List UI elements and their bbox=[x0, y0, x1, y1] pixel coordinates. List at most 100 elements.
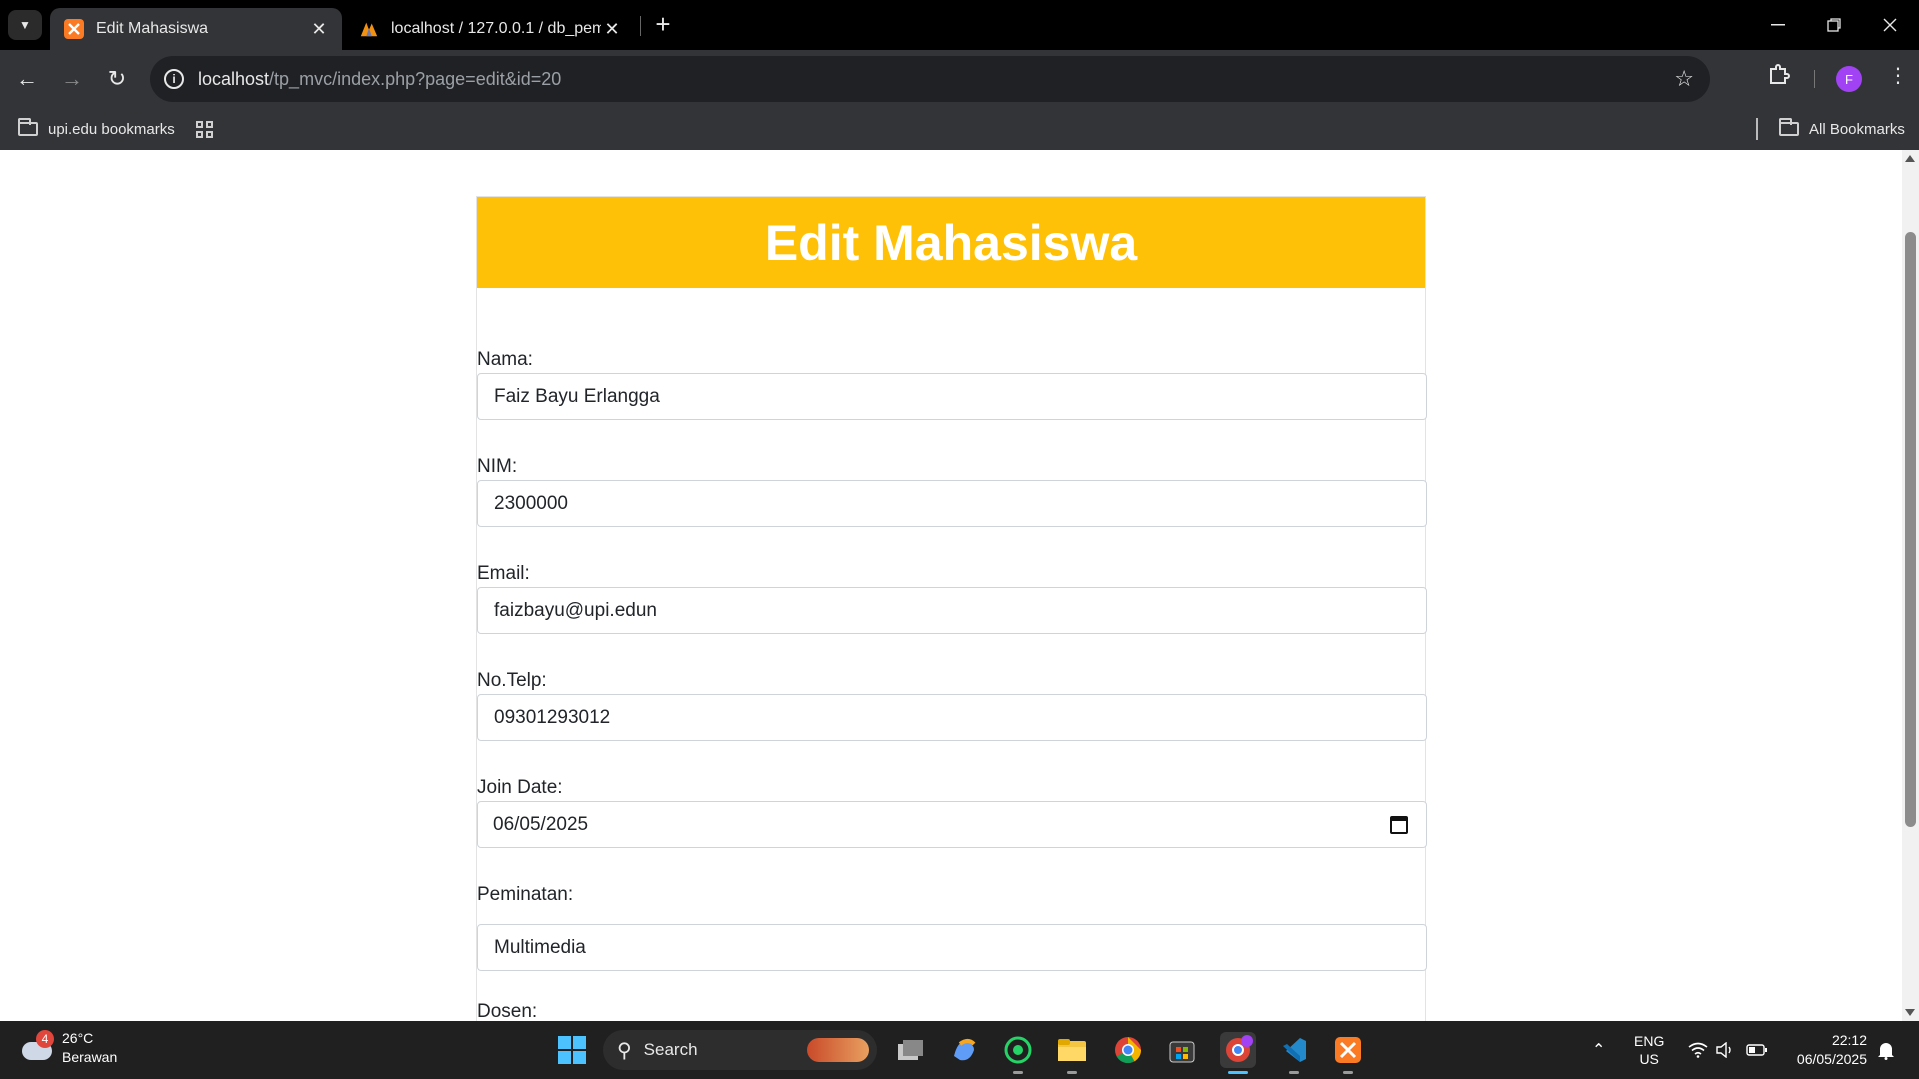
restore-button[interactable] bbox=[1814, 10, 1854, 40]
arrow-left-icon: ← bbox=[16, 66, 38, 91]
bookmark-separator bbox=[1756, 118, 1758, 140]
task-view-icon bbox=[898, 1040, 923, 1060]
chevron-down-icon: ▼ bbox=[19, 18, 31, 32]
file-explorer-app[interactable] bbox=[1054, 1032, 1090, 1074]
url-path: /tp_mvc/index.php?page=edit&id=20 bbox=[269, 68, 562, 89]
vscode-app[interactable] bbox=[1276, 1032, 1312, 1074]
bookmark-folder-label: upi.edu bookmarks bbox=[48, 120, 175, 138]
browser-toolbar: ← → ↻ i localhost/tp_mvc/index.php?page=… bbox=[0, 50, 1919, 108]
scroll-up-arrow-icon[interactable] bbox=[1905, 155, 1915, 162]
apps-grid-button[interactable] bbox=[196, 116, 213, 142]
chrome-profile-icon bbox=[1226, 1035, 1253, 1062]
field-email: Email: faizbayu@upi.edun bbox=[477, 561, 1427, 634]
battery-icon[interactable] bbox=[1746, 1021, 1768, 1079]
scrollbar-thumb[interactable] bbox=[1905, 232, 1916, 827]
search-icon: ⚲ bbox=[617, 1039, 632, 1062]
url-text[interactable]: localhost/tp_mvc/index.php?page=edit&id=… bbox=[198, 69, 561, 90]
running-indicator bbox=[1289, 1071, 1299, 1074]
show-hidden-icons[interactable]: ⌃ bbox=[1592, 1021, 1605, 1079]
taskbar-search[interactable]: ⚲ Search bbox=[603, 1030, 877, 1070]
nim-input[interactable]: 2300000 bbox=[477, 480, 1427, 527]
join-date-input[interactable]: 06/05/2025 bbox=[477, 801, 1427, 848]
email-input[interactable]: faizbayu@upi.edun bbox=[477, 587, 1427, 634]
tab-title: Edit Mahasiswa bbox=[96, 20, 209, 37]
page-title: Edit Mahasiswa bbox=[764, 214, 1138, 271]
tab-search-button[interactable]: ▼ bbox=[8, 10, 42, 40]
bookmark-folder-upi[interactable]: upi.edu bookmarks bbox=[18, 116, 175, 142]
bookmark-star-icon[interactable]: ☆ bbox=[1674, 66, 1694, 92]
field-label: Dosen: bbox=[477, 1001, 538, 1021]
vertical-scrollbar[interactable] bbox=[1902, 150, 1919, 1021]
weather-desc: Berawan bbox=[62, 1049, 118, 1065]
tab-edit-mahasiswa[interactable]: Edit Mahasiswa ✕ bbox=[50, 8, 342, 50]
chrome-icon bbox=[1115, 1037, 1142, 1064]
folder-icon bbox=[1058, 1039, 1086, 1061]
profile-avatar[interactable]: F bbox=[1836, 66, 1862, 92]
windows-logo-icon bbox=[558, 1036, 586, 1064]
copilot-app[interactable] bbox=[946, 1032, 982, 1068]
clock-time: 22:12 bbox=[1831, 1032, 1867, 1048]
join-date-value: 06/05/2025 bbox=[493, 813, 589, 835]
minimize-button[interactable] bbox=[1758, 10, 1798, 40]
whatsapp-icon bbox=[1004, 1036, 1032, 1064]
close-window-button[interactable] bbox=[1870, 10, 1910, 40]
weather-widget[interactable]: 4 26°C Berawan bbox=[22, 1029, 117, 1067]
xampp-icon bbox=[1335, 1037, 1361, 1063]
field-no-telp: No.Telp: 09301293012 bbox=[477, 668, 1427, 741]
start-button[interactable] bbox=[554, 1032, 590, 1068]
field-peminatan: Peminatan: Multimedia bbox=[477, 882, 1427, 971]
xampp-app[interactable] bbox=[1330, 1032, 1366, 1074]
windows-taskbar: 4 26°C Berawan ⚲ Search ⌃ ENG US 22:12 0… bbox=[0, 1021, 1919, 1079]
notification-center[interactable] bbox=[1876, 1021, 1896, 1079]
all-bookmarks-label: All Bookmarks bbox=[1809, 120, 1905, 138]
extensions-puzzle-icon[interactable] bbox=[1768, 63, 1790, 91]
notification-badge: 4 bbox=[36, 1030, 54, 1048]
scroll-down-arrow-icon[interactable] bbox=[1905, 1009, 1915, 1016]
nama-input[interactable]: Faiz Bayu Erlangga bbox=[477, 373, 1427, 420]
page-viewport: Edit Mahasiswa Nama: Faiz Bayu Erlangga … bbox=[0, 150, 1919, 1021]
vscode-icon bbox=[1283, 1038, 1306, 1062]
system-clock[interactable]: 22:12 06/05/2025 bbox=[1785, 1031, 1867, 1069]
field-nim: NIM: 2300000 bbox=[477, 454, 1427, 527]
copilot-icon bbox=[954, 1039, 976, 1061]
field-nama: Nama: Faiz Bayu Erlangga bbox=[477, 347, 1427, 420]
address-bar[interactable]: i localhost/tp_mvc/index.php?page=edit&i… bbox=[150, 56, 1710, 102]
back-button[interactable]: ← bbox=[10, 62, 44, 96]
clock-date: 06/05/2025 bbox=[1796, 1051, 1867, 1067]
field-label: No.Telp: bbox=[477, 670, 547, 691]
task-view-button[interactable] bbox=[892, 1032, 928, 1068]
whatsapp-app[interactable] bbox=[1000, 1032, 1036, 1074]
close-tab-icon[interactable]: ✕ bbox=[308, 18, 330, 40]
calendar-icon[interactable] bbox=[1390, 816, 1408, 834]
field-dosen: Dosen: bbox=[477, 999, 1427, 1021]
site-info-icon[interactable]: i bbox=[164, 69, 184, 89]
chevron-up-icon: ⌃ bbox=[1592, 1042, 1606, 1059]
running-indicator bbox=[1067, 1071, 1077, 1074]
field-label: Nama: bbox=[477, 349, 533, 370]
language-indicator[interactable]: ENG US bbox=[1634, 1021, 1664, 1079]
reload-button[interactable]: ↻ bbox=[100, 62, 134, 96]
forward-button[interactable]: → bbox=[55, 62, 89, 96]
no-telp-input[interactable]: 09301293012 bbox=[477, 694, 1427, 741]
toolbar-separator bbox=[1814, 70, 1815, 88]
new-tab-button[interactable]: + bbox=[650, 11, 676, 38]
phpmyadmin-favicon-icon bbox=[359, 19, 379, 39]
chrome-app[interactable] bbox=[1110, 1032, 1146, 1068]
active-indicator bbox=[1228, 1071, 1248, 1074]
field-label: Peminatan: bbox=[477, 884, 574, 905]
store-app[interactable] bbox=[1164, 1032, 1200, 1068]
volume-icon[interactable] bbox=[1716, 1021, 1734, 1079]
weather-temp: 26°C bbox=[62, 1030, 94, 1046]
tab-phpmyadmin[interactable]: localhost / 127.0.0.1 / db_peminatan ✕ bbox=[345, 8, 635, 50]
wifi-icon[interactable] bbox=[1688, 1021, 1708, 1079]
kebab-menu-icon[interactable]: ⋮ bbox=[1888, 63, 1908, 88]
apps-grid-icon bbox=[196, 120, 213, 138]
chrome-profile-app[interactable] bbox=[1220, 1032, 1256, 1074]
reload-icon: ↻ bbox=[107, 66, 127, 91]
field-label: NIM: bbox=[477, 456, 518, 477]
close-tab-icon[interactable]: ✕ bbox=[601, 18, 623, 40]
field-label: Join Date: bbox=[477, 777, 563, 798]
card-header: Edit Mahasiswa bbox=[477, 197, 1425, 288]
peminatan-select[interactable]: Multimedia bbox=[477, 924, 1427, 971]
all-bookmarks-button[interactable]: All Bookmarks bbox=[1779, 116, 1905, 142]
